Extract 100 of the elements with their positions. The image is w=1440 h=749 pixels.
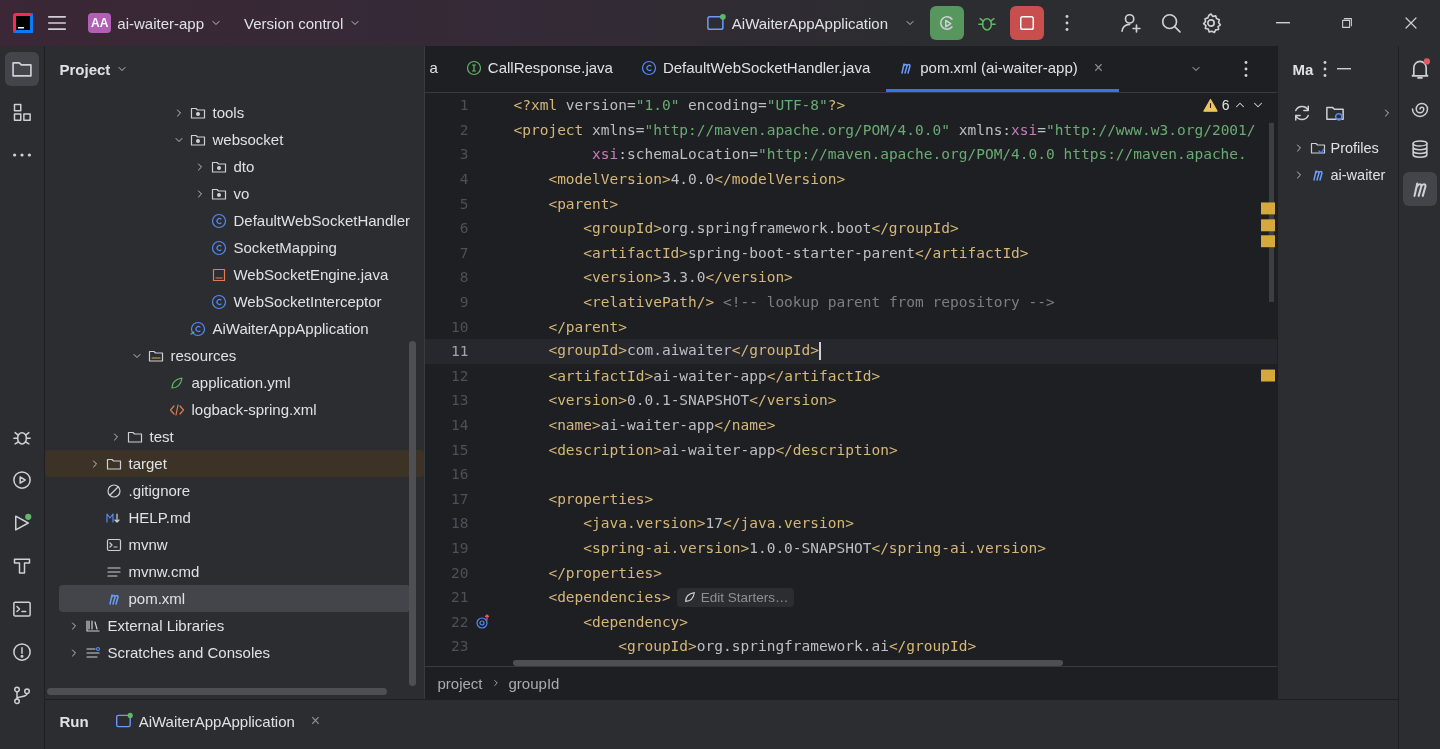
minus-glyph — [1337, 68, 1352, 70]
tab-close[interactable]: × — [310, 712, 321, 731]
editor-tab[interactable]: a — [425, 46, 454, 92]
close-glyph — [1403, 15, 1419, 31]
tree-item[interactable]: test — [59, 423, 411, 450]
code-line: <groupId>org.springframework.ai</groupId> — [617, 638, 977, 655]
java-file-icon — [211, 266, 228, 283]
more-icon[interactable] — [1323, 61, 1328, 77]
tree-item[interactable]: External Libraries — [59, 612, 411, 639]
problems-icon — [12, 642, 33, 662]
code-line: <project xmlns="http://maven.apache.org/POM/4.0.0" xmlns:xsi="http://www.w3.org/2001/ — [513, 121, 1256, 138]
panel-title: Run — [59, 712, 89, 730]
code-line: <version>3.3.0</version> — [582, 269, 793, 286]
vcs-selector[interactable]: Version control — [236, 8, 370, 38]
vertical-dots-glyph — [1065, 15, 1069, 31]
person-glyph — [1120, 12, 1142, 34]
class-icon — [211, 212, 228, 229]
tree-item[interactable]: AiWaiterAppApplication — [59, 315, 411, 342]
code-line: <modelVersion>4.0.0</modelVersion> — [547, 171, 846, 188]
gear-glyph — [1200, 12, 1222, 34]
hammer-icon — [12, 556, 33, 576]
tree-item[interactable]: SocketMapping — [59, 234, 411, 261]
code-line: </parent> — [547, 318, 627, 335]
breadcrumb[interactable]: project — [437, 674, 483, 692]
tree-item[interactable]: resources — [59, 342, 411, 369]
vertical-dots-glyph — [1323, 61, 1328, 77]
tree-item[interactable]: logback-spring.xml — [59, 396, 411, 423]
rerun-button[interactable] — [930, 6, 964, 40]
breadcrumb[interactable]: groupId — [508, 674, 560, 692]
structure-icon — [12, 102, 33, 122]
code-line: <artifactId>ai-waiter-app</artifactId> — [547, 367, 881, 384]
tree-item[interactable]: Scratches and Consoles — [59, 639, 411, 666]
tab-close[interactable]: × — [1093, 58, 1104, 77]
app-window-icon — [705, 13, 726, 33]
app-logo[interactable] — [12, 12, 34, 34]
tool-window-button[interactable] — [5, 52, 40, 86]
code-line: <name>ai-waiter-app</name> — [547, 417, 776, 433]
project-view-selector[interactable]: Project — [59, 60, 129, 78]
code-line: <parent> — [547, 195, 619, 212]
tree-item[interactable]: DefaultWebSocketHandler — [59, 207, 411, 234]
code-line: xsi:schemaLocation="http://maven.apache.org/POM/4.0.0 https://maven.apache. — [591, 146, 1247, 163]
code-line: <groupId>com.aiwaiter</groupId> — [547, 342, 822, 361]
tree-item[interactable]: websocket — [59, 126, 411, 153]
tree-item[interactable]: mvnw.cmd — [59, 558, 411, 585]
code-line: <dependencies> — [547, 589, 671, 606]
scratches-icon — [85, 644, 102, 661]
tree-item[interactable]: vo — [59, 180, 411, 207]
scrollbar[interactable] — [409, 341, 417, 686]
tree-item[interactable]: mvnw — [59, 531, 411, 558]
panel-title: Ma — [1292, 60, 1314, 78]
run-tab[interactable]: AiWaiterAppApplication × — [114, 712, 321, 731]
tree-item[interactable]: WebSocketInterceptor — [59, 288, 411, 315]
code-line: <relativePath/> <!-- lookup parent from repository --> — [582, 294, 1055, 311]
class-icon — [211, 239, 228, 256]
magnifier-glyph — [1160, 12, 1182, 34]
vertical-dots-glyph — [1244, 61, 1249, 77]
scrollbar[interactable] — [513, 660, 1064, 667]
terminal-icon — [106, 536, 123, 553]
tree-item[interactable]: Profiles — [1278, 134, 1399, 161]
line-number: 11 — [450, 343, 469, 360]
restore-glyph — [1340, 16, 1354, 30]
database-icon — [1409, 139, 1430, 159]
scrollbar[interactable] — [47, 688, 388, 696]
target-icon — [475, 613, 492, 630]
terminal-icon — [12, 599, 33, 619]
tree-item[interactable]: dto — [59, 153, 411, 180]
tool-window-button[interactable] — [1402, 172, 1437, 206]
run-config-selector[interactable]: AiWaiterAppApplication — [697, 7, 924, 39]
code-line: <description>ai-waiter-app</description> — [547, 441, 898, 458]
tree-item[interactable]: application.yml — [59, 369, 411, 396]
interface-icon — [465, 59, 482, 76]
tree-item[interactable]: WebSocketEngine.java — [59, 261, 411, 288]
services-icon — [12, 470, 33, 490]
minimize-icon[interactable] — [1337, 68, 1352, 70]
git-icon — [12, 685, 33, 705]
class-icon — [190, 320, 207, 337]
minimize-glyph — [1276, 22, 1290, 24]
tree-item[interactable]: HELP.md — [59, 504, 411, 531]
code-line: </properties> — [547, 564, 662, 581]
editor-tab[interactable]: pom.xml (ai-waiter-app) × — [886, 46, 1120, 92]
editor-tab[interactable]: CallResponse.java — [453, 46, 629, 92]
tree-item[interactable]: .gitignore — [59, 477, 411, 504]
run-icon — [12, 513, 33, 533]
editor-tab[interactable]: DefaultWebSocketHandler.java — [628, 46, 887, 92]
more-icon — [13, 153, 32, 157]
stop-button[interactable] — [1010, 6, 1044, 40]
warning-icon — [1202, 97, 1218, 113]
warning-count[interactable]: 6 — [1202, 97, 1266, 113]
code-line: <properties> — [547, 490, 654, 507]
code-line: <version>0.0.1-SNAPSHOT</version> — [547, 392, 837, 409]
ignore-icon — [106, 482, 123, 499]
tree-item[interactable]: target — [45, 450, 425, 477]
tree-item[interactable]: ai-waiter — [1278, 161, 1399, 188]
inline-hint[interactable]: Edit Starters… — [676, 587, 795, 607]
tree-item[interactable]: pom.xml — [59, 585, 411, 612]
code-line: <groupId>org.springframework.boot</groupId> — [582, 220, 959, 237]
code-line: <dependency> — [582, 613, 689, 630]
project-selector[interactable]: AA ai-waiter-app — [80, 7, 231, 39]
code-line: <java.version>17</java.version> — [582, 515, 854, 532]
tree-item[interactable]: tools — [59, 99, 411, 126]
